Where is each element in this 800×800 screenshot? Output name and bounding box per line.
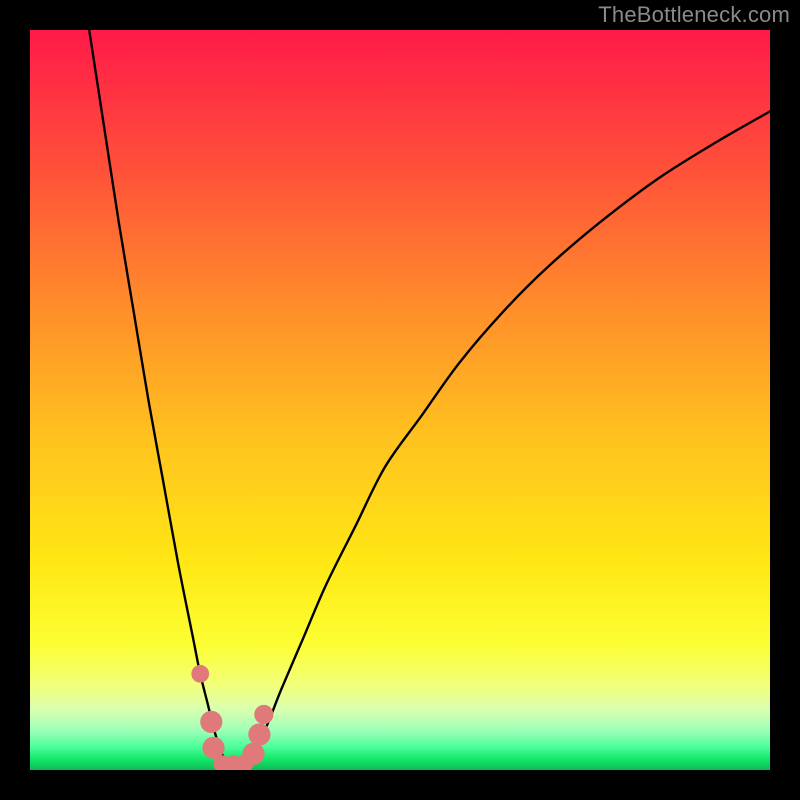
- highlight-marker: [200, 711, 222, 733]
- highlight-marker: [191, 665, 209, 683]
- watermark-text: TheBottleneck.com: [598, 2, 790, 28]
- highlight-markers: [191, 665, 273, 770]
- chart-frame: TheBottleneck.com: [0, 0, 800, 800]
- highlight-marker: [242, 743, 264, 765]
- plot-area: [30, 30, 770, 770]
- curve-layer: [30, 30, 770, 770]
- highlight-marker: [254, 705, 273, 724]
- curve-right-branch: [252, 111, 770, 755]
- curve-left-branch: [89, 30, 222, 755]
- highlight-marker: [248, 723, 270, 745]
